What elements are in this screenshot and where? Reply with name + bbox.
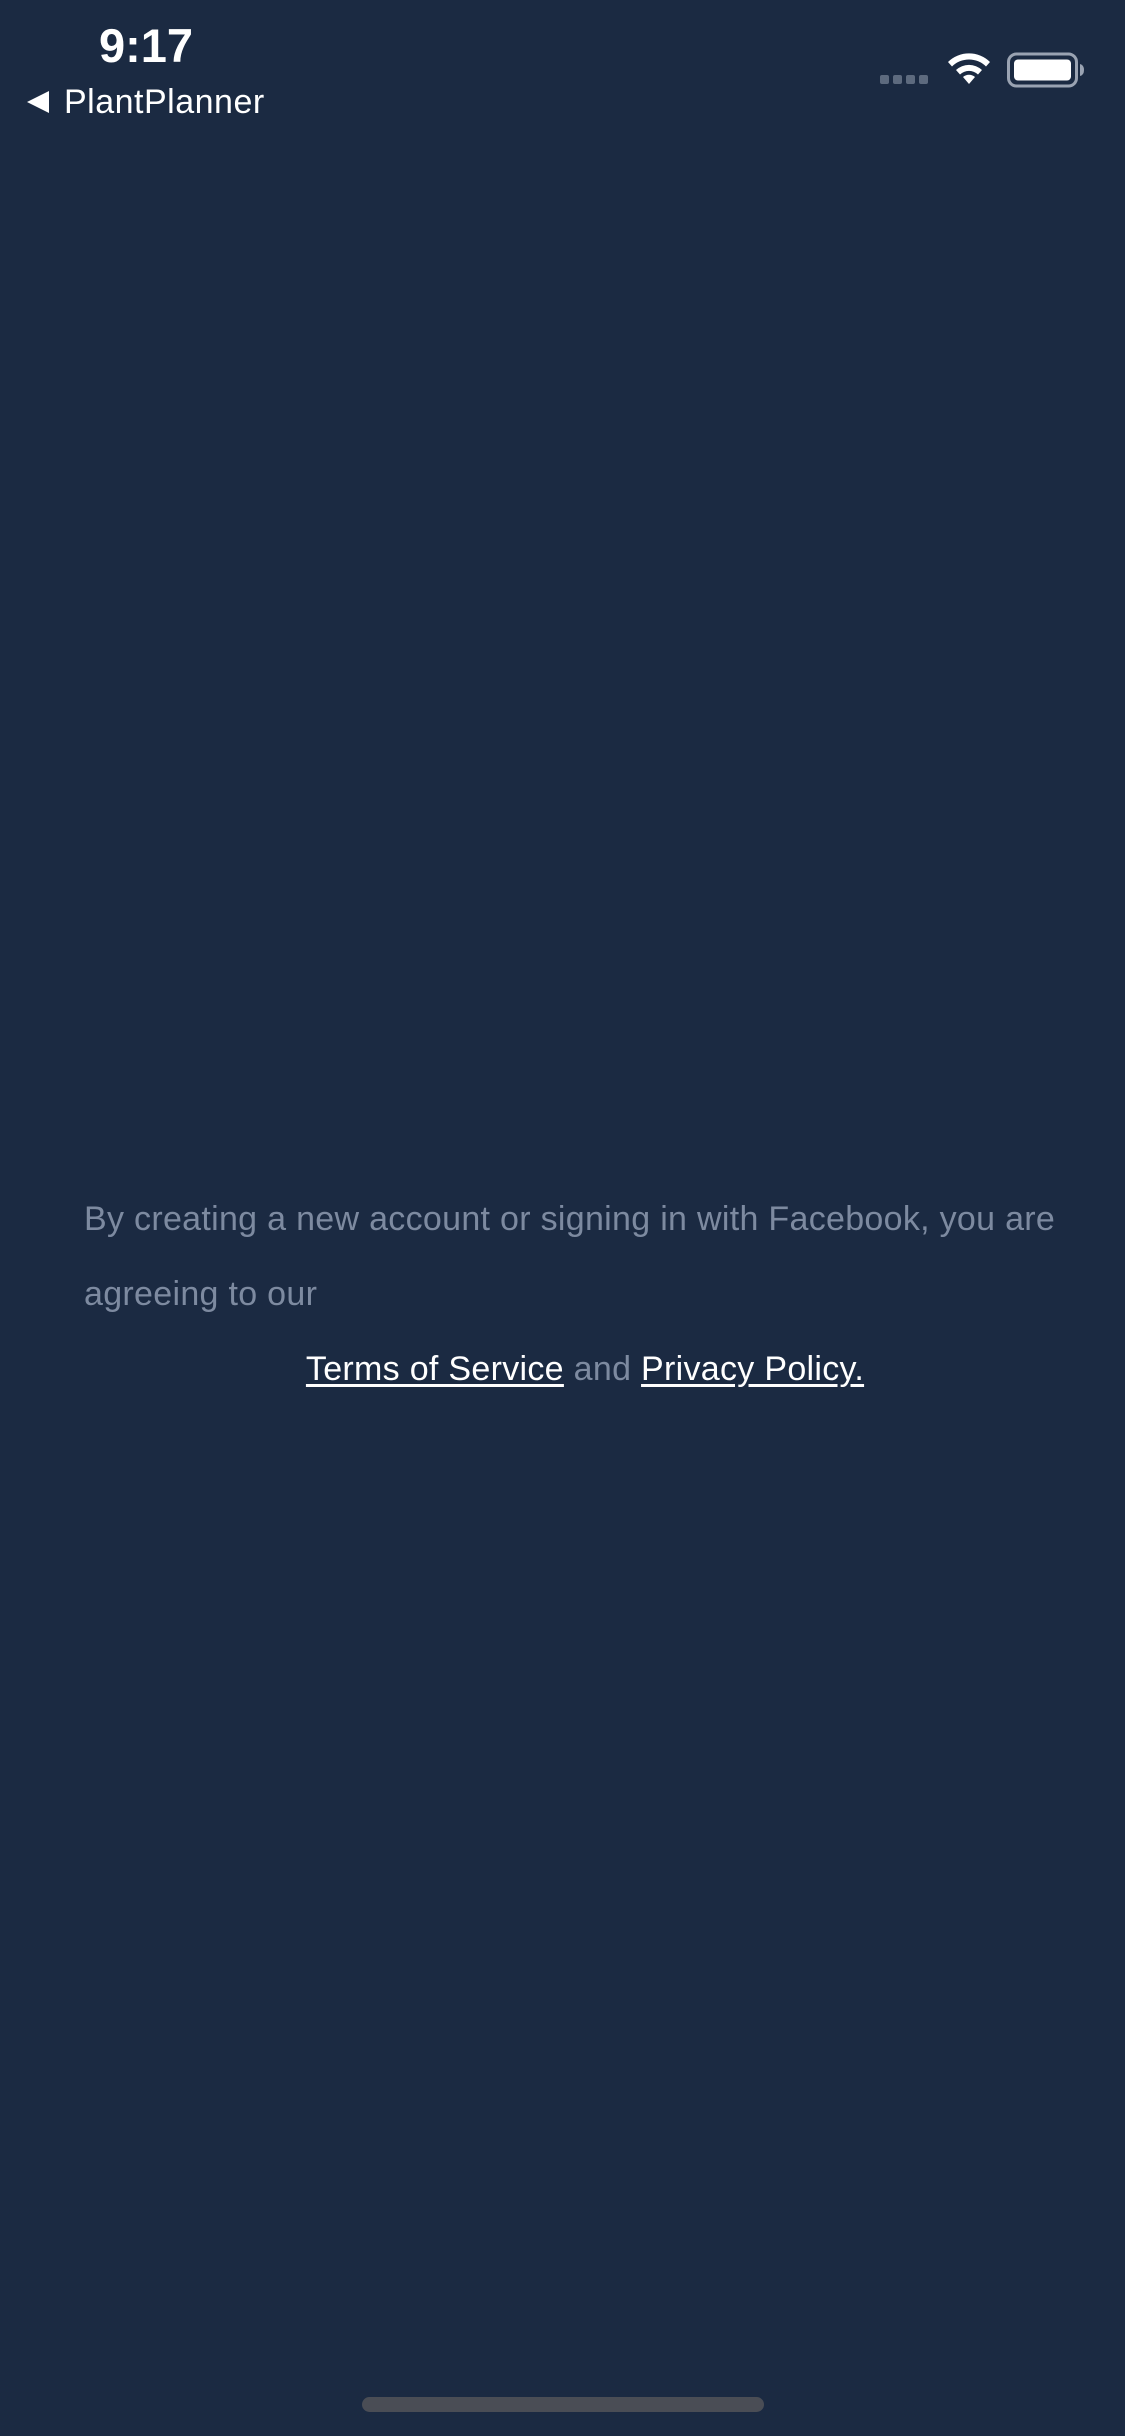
home-indicator[interactable] <box>362 2397 764 2412</box>
battery-icon <box>1007 52 1084 88</box>
back-to-app-button[interactable]: PlantPlanner <box>27 78 265 126</box>
back-arrow-icon <box>27 91 49 113</box>
back-app-label: PlantPlanner <box>64 82 265 121</box>
legal-notice-text: By creating a new account or signing in … <box>84 1200 1056 1313</box>
status-bar: 9:17 PlantPlanner <box>0 0 1125 132</box>
wifi-icon <box>948 53 990 84</box>
privacy-policy-link[interactable]: Privacy Policy. <box>641 1350 864 1388</box>
legal-links: Terms of Service and Privacy Policy. <box>0 1332 1125 1407</box>
legal-connector: and <box>573 1350 632 1388</box>
status-time: 9:17 <box>99 19 194 72</box>
terms-of-service-link[interactable]: Terms of Service <box>306 1350 564 1388</box>
signal-icon <box>880 75 928 84</box>
